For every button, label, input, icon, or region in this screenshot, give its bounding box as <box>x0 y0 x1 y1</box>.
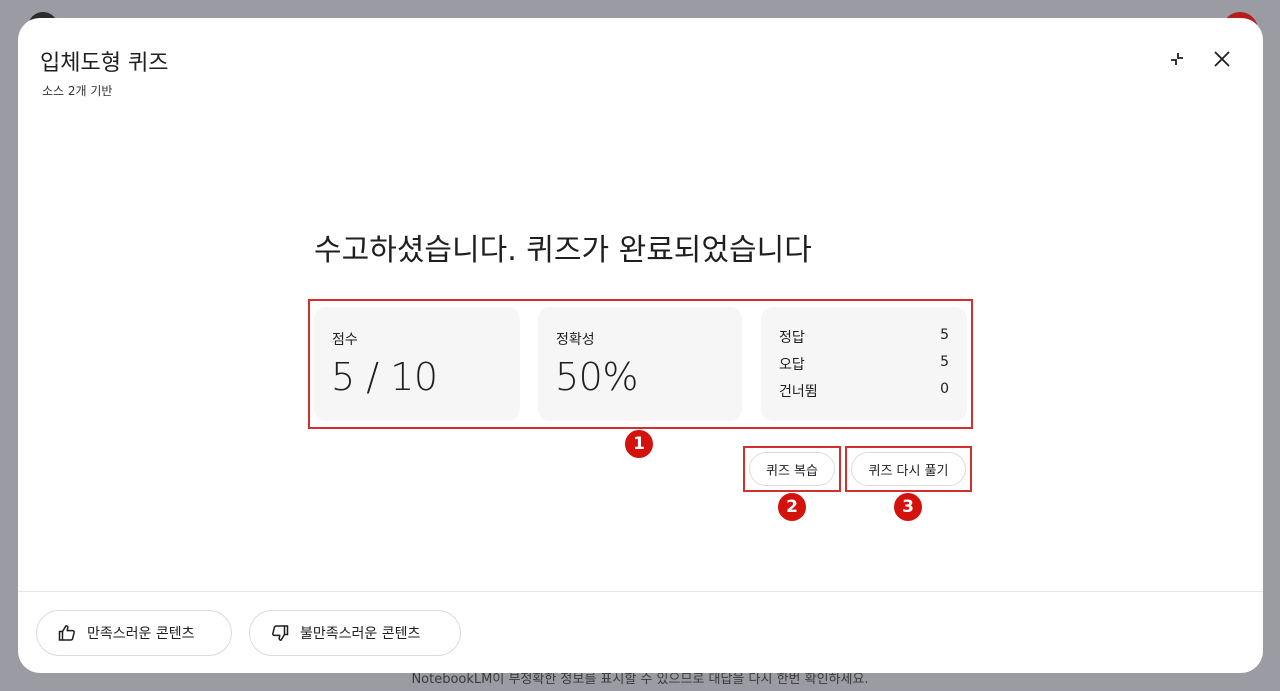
dialog-title: 입체도형 퀴즈 <box>40 51 169 76</box>
accuracy-value: 50% <box>555 355 638 399</box>
close-icon <box>1214 51 1230 67</box>
positive-feedback-label: 만족스러운 콘텐츠 <box>87 626 195 642</box>
negative-feedback-button[interactable]: 불만족스러운 콘텐츠 <box>249 610 461 656</box>
skipped-count: 0 <box>940 381 949 397</box>
score-value: 5 / 10 <box>331 355 438 399</box>
collapse-button[interactable] <box>1161 43 1193 75</box>
close-button[interactable] <box>1206 43 1238 75</box>
score-label: 점수 <box>332 332 358 348</box>
dialog-subtitle: 소스 2개 기반 <box>42 84 113 98</box>
collapse-icon <box>1171 53 1183 65</box>
accuracy-label: 정확성 <box>556 332 595 348</box>
annotation-badge-1: 1 <box>624 429 654 459</box>
accuracy-card: 정확성 50% <box>538 307 742 421</box>
annotation-badge-2: 2 <box>777 492 807 522</box>
quiz-review-button[interactable]: 퀴즈 복습 <box>749 452 835 486</box>
incorrect-row: 오답 5 <box>779 354 949 374</box>
score-card: 점수 5 / 10 <box>314 307 520 421</box>
footer-divider <box>18 591 1263 592</box>
answer-breakdown-card: 정답 5 오답 5 건너뜀 0 <box>761 307 967 421</box>
correct-label: 정답 <box>779 330 805 346</box>
completion-headline: 수고하셨습니다. 퀴즈가 완료되었습니다 <box>314 233 812 268</box>
annotation-badge-3: 3 <box>893 492 923 522</box>
correct-row: 정답 5 <box>779 327 949 347</box>
skipped-row: 건너뜀 0 <box>779 381 949 401</box>
positive-feedback-button[interactable]: 만족스러운 콘텐츠 <box>36 610 232 656</box>
quiz-dialog: 입체도형 퀴즈 소스 2개 기반 수고하셨습니다. 퀴즈가 완료되었습니다 점수… <box>18 18 1263 673</box>
incorrect-count: 5 <box>940 354 949 370</box>
thumbs-down-icon <box>272 625 289 641</box>
correct-count: 5 <box>940 327 949 343</box>
skipped-label: 건너뜀 <box>779 384 818 400</box>
negative-feedback-label: 불만족스러운 콘텐츠 <box>300 626 421 642</box>
thumbs-up-icon <box>58 625 75 641</box>
quiz-retake-button[interactable]: 퀴즈 다시 풀기 <box>851 452 966 486</box>
incorrect-label: 오답 <box>779 357 805 373</box>
